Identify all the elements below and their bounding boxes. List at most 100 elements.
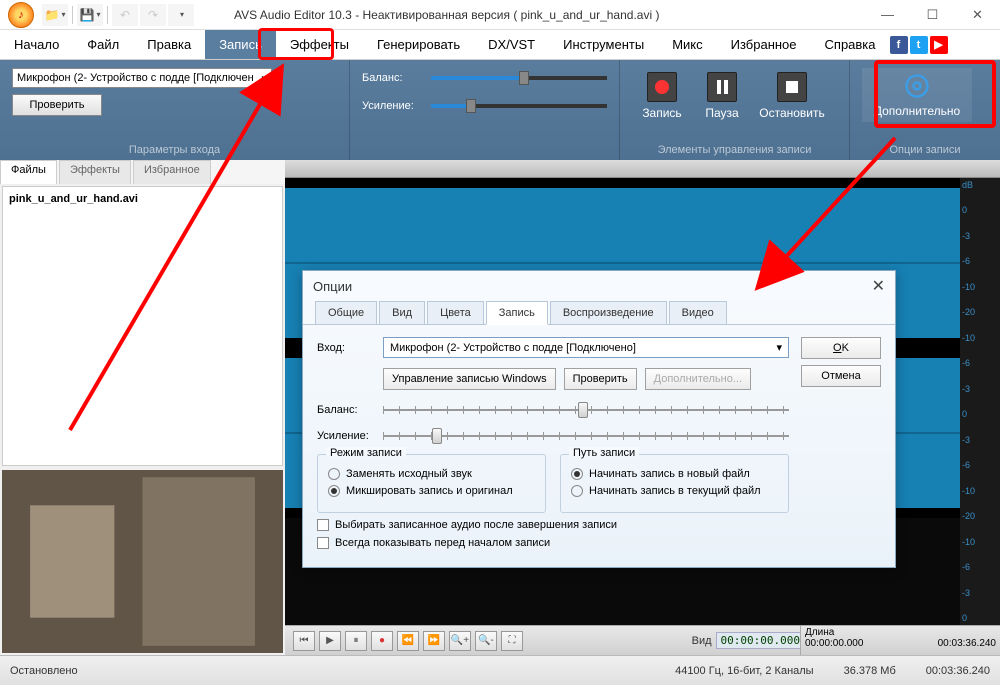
dlg-path-current[interactable]: Начинать запись в текущий файл bbox=[571, 485, 778, 497]
balance-slider[interactable] bbox=[431, 76, 607, 80]
dlg-balance-slider[interactable] bbox=[383, 402, 789, 418]
minimize-button[interactable]: — bbox=[865, 1, 910, 29]
dtab-view[interactable]: Вид bbox=[379, 301, 425, 324]
ribbon-group-input-label: Параметры входа bbox=[12, 140, 337, 156]
dlg-input-label: Вход: bbox=[317, 342, 373, 354]
dlg-check-button[interactable]: Проверить bbox=[564, 368, 637, 390]
record-button[interactable]: Запись bbox=[632, 68, 692, 124]
qat-redo-icon[interactable]: ↷ bbox=[140, 4, 166, 26]
dialog-close-button[interactable]: ✕ bbox=[872, 276, 885, 296]
status-sample: 44100 Гц, 16-бит, 2 Каналы bbox=[675, 665, 814, 677]
dropdown-arrow-icon: ▾ bbox=[261, 72, 267, 85]
ribbon-group-options-label: Опции записи bbox=[862, 140, 988, 156]
advanced-button[interactable]: Дополнительно bbox=[862, 68, 972, 122]
menu-effects[interactable]: Эффекты bbox=[276, 30, 363, 59]
tb-time-start: 00:00:00.000 bbox=[716, 632, 805, 649]
tb-zoomout-icon[interactable]: 🔍- bbox=[475, 631, 497, 651]
qat-save-icon[interactable]: 💾▾ bbox=[77, 4, 103, 26]
dlg-cancel-button[interactable]: Отмена bbox=[801, 365, 881, 387]
menu-file[interactable]: Файл bbox=[73, 30, 133, 59]
dialog-title-text: Опции bbox=[313, 279, 352, 294]
tb-fit-icon[interactable]: ⛶ bbox=[501, 631, 523, 651]
check-button[interactable]: Проверить bbox=[12, 94, 102, 116]
qat-undo-icon[interactable]: ↶ bbox=[112, 4, 138, 26]
balance-label: Баланс: bbox=[362, 72, 421, 84]
tb-rec-icon[interactable]: ● bbox=[371, 631, 393, 651]
gain-label: Усиление: bbox=[362, 100, 421, 112]
menu-dxvst[interactable]: DX/VST bbox=[474, 30, 549, 59]
file-item[interactable]: pink_u_and_ur_hand.avi bbox=[7, 191, 278, 207]
tab-effects[interactable]: Эффекты bbox=[59, 160, 131, 184]
gain-slider[interactable] bbox=[431, 104, 607, 108]
ribbon-group-rec-label: Элементы управления записи bbox=[632, 140, 837, 156]
dlg-mode-mix[interactable]: Микшировать запись и оригинал bbox=[328, 485, 535, 497]
quick-access-toolbar: 📁▾ 💾▾ ↶ ↷ ▾ bbox=[42, 4, 194, 26]
ribbon-toolbar: Микрофон (2- Устройство с подде [Подключ… bbox=[0, 60, 1000, 160]
tb-begin-icon[interactable]: ⏮ bbox=[293, 631, 315, 651]
input-device-dropdown[interactable]: Микрофон (2- Устройство с подде [Подключ… bbox=[12, 68, 272, 88]
tb-play-icon[interactable]: ▶ bbox=[319, 631, 341, 651]
qat-more-icon[interactable]: ▾ bbox=[168, 4, 194, 26]
menu-tools[interactable]: Инструменты bbox=[549, 30, 658, 59]
dlg-win-rec-button[interactable]: Управление записью Windows bbox=[383, 368, 556, 390]
dtab-colors[interactable]: Цвета bbox=[427, 301, 484, 324]
menu-favorites[interactable]: Избранное bbox=[717, 30, 811, 59]
title-bar: ♪ 📁▾ 💾▾ ↶ ↷ ▾ AVS Audio Editor 10.3 - Не… bbox=[0, 0, 1000, 30]
app-logo-icon: ♪ bbox=[8, 2, 34, 28]
tb-view-label: Вид bbox=[692, 635, 712, 647]
input-device-value: Микрофон (2- Устройство с подде [Подключ… bbox=[17, 72, 254, 84]
dlg-mode-replace[interactable]: Заменять исходный звук bbox=[328, 468, 535, 480]
tb-next-icon[interactable]: ⏩ bbox=[423, 631, 445, 651]
dlg-path-new[interactable]: Начинать запись в новый файл bbox=[571, 468, 778, 480]
dlg-ok-button[interactable]: OOKK bbox=[801, 337, 881, 359]
maximize-button[interactable]: ☐ bbox=[910, 1, 955, 29]
twitter-icon[interactable]: t bbox=[910, 36, 928, 54]
dlg-gain-label: Усиление: bbox=[317, 430, 373, 442]
tab-favorites[interactable]: Избранное bbox=[133, 160, 211, 184]
dlg-path-group: Путь записи Начинать запись в новый файл… bbox=[560, 454, 789, 513]
menu-record[interactable]: Запись bbox=[205, 30, 276, 59]
menu-bar: Начало Файл Правка Запись Эффекты Генери… bbox=[0, 30, 1000, 60]
tb-zoomin-icon[interactable]: 🔍+ bbox=[449, 631, 471, 651]
pause-icon bbox=[707, 72, 737, 102]
youtube-icon[interactable]: ▶ bbox=[930, 36, 948, 54]
dlg-more-button: Дополнительно... bbox=[645, 368, 751, 390]
combo-arrow-icon: ▾ bbox=[776, 341, 782, 354]
stop-button[interactable]: Остановить bbox=[752, 68, 832, 124]
facebook-icon[interactable]: f bbox=[890, 36, 908, 54]
dialog-title-bar[interactable]: Опции ✕ bbox=[303, 271, 895, 301]
stop-icon bbox=[777, 72, 807, 102]
menu-mix[interactable]: Микс bbox=[658, 30, 716, 59]
dtab-playback[interactable]: Воспроизведение bbox=[550, 301, 667, 324]
left-panel: Файлы Эффекты Избранное pink_u_and_ur_ha… bbox=[0, 160, 285, 655]
dialog-tabs: Общие Вид Цвета Запись Воспроизведение В… bbox=[303, 301, 895, 325]
length-display: Длина 00:00:00.00000:03:36.240 bbox=[800, 625, 1000, 655]
dtab-record[interactable]: Запись bbox=[486, 301, 548, 325]
status-duration: 00:03:36.240 bbox=[926, 665, 990, 677]
menu-nachalo[interactable]: Начало bbox=[0, 30, 73, 59]
video-preview bbox=[2, 470, 283, 653]
menu-help[interactable]: Справка bbox=[811, 30, 890, 59]
file-list[interactable]: pink_u_and_ur_hand.avi bbox=[2, 186, 283, 466]
dtab-video[interactable]: Видео bbox=[669, 301, 727, 324]
dlg-input-combo[interactable]: Микрофон (2- Устройство с подде [Подключ… bbox=[383, 337, 789, 358]
options-dialog: Опции ✕ Общие Вид Цвета Запись Воспроизв… bbox=[302, 270, 896, 568]
dlg-mode-group: Режим записи Заменять исходный звук Микш… bbox=[317, 454, 546, 513]
social-icons: f t ▶ bbox=[890, 30, 952, 59]
dlg-chk-select-after[interactable]: Выбирать записанное аудио после завершен… bbox=[317, 519, 789, 531]
dlg-gain-slider[interactable] bbox=[383, 428, 789, 444]
db-scale: dB0-3-6-10-20-10-6-30-3-6-10-20-10-6-30 bbox=[960, 178, 1000, 625]
tab-files[interactable]: Файлы bbox=[0, 160, 57, 184]
time-ruler[interactable] bbox=[285, 160, 1000, 178]
tb-pause-icon[interactable]: ⏸ bbox=[345, 631, 367, 651]
dlg-chk-show-before[interactable]: Всегда показывать перед началом записи bbox=[317, 537, 789, 549]
close-button[interactable]: ✕ bbox=[955, 1, 1000, 29]
menu-edit[interactable]: Правка bbox=[133, 30, 205, 59]
dtab-general[interactable]: Общие bbox=[315, 301, 377, 324]
menu-generate[interactable]: Генерировать bbox=[363, 30, 474, 59]
tb-prev-icon[interactable]: ⏪ bbox=[397, 631, 419, 651]
status-state: Остановлено bbox=[10, 665, 78, 677]
qat-folder-icon[interactable]: 📁▾ bbox=[42, 4, 68, 26]
pause-button[interactable]: Пауза bbox=[692, 68, 752, 124]
left-tabs: Файлы Эффекты Избранное bbox=[0, 160, 285, 184]
